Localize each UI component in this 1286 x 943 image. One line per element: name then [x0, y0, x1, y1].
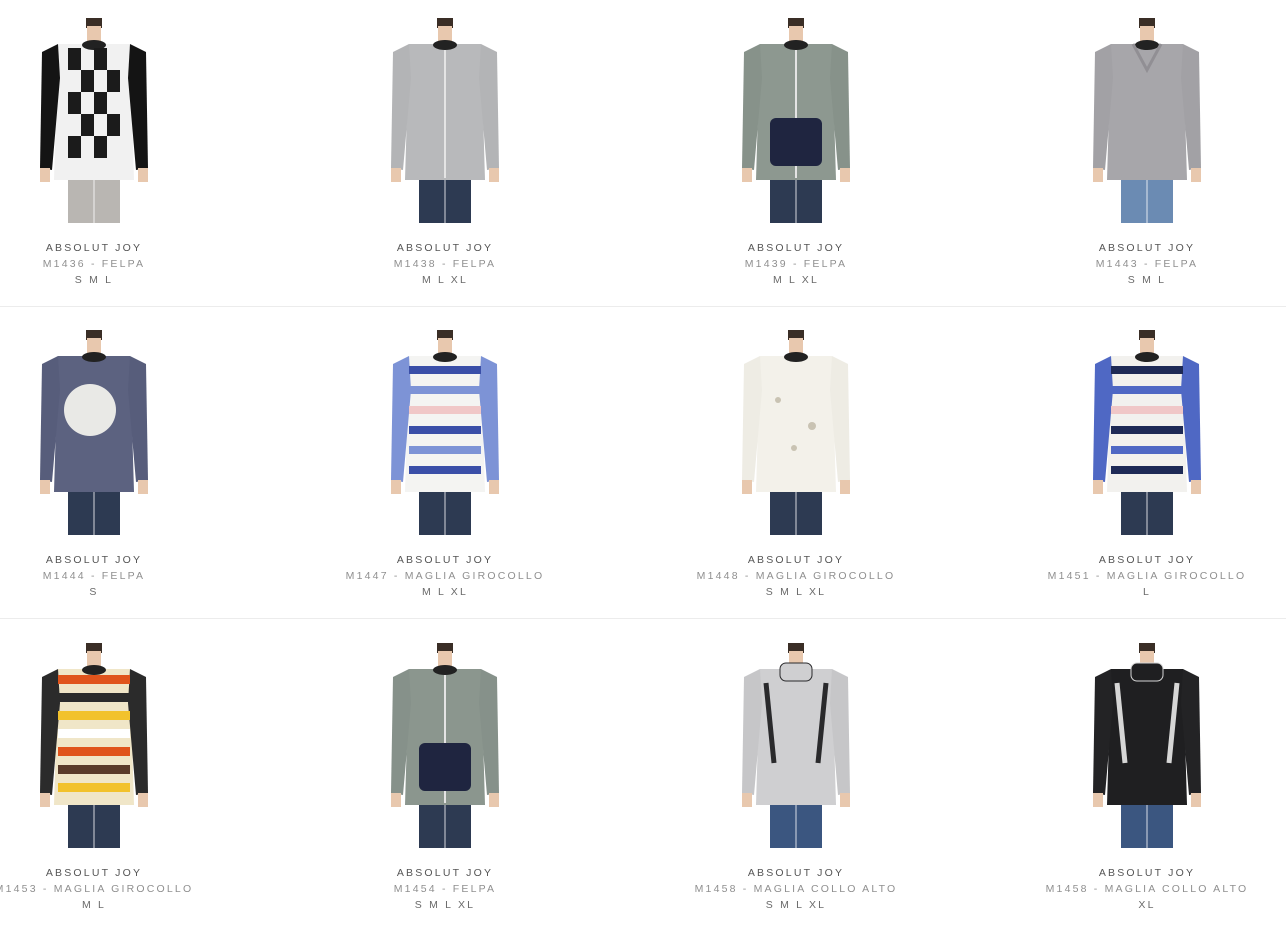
product-sizes: L	[1142, 586, 1152, 598]
product-caption: ABSOLUT JOY M1451 - MAGLIA GIROCOLLO L	[1027, 552, 1267, 600]
product-card[interactable]: ABSOLUT JOY M1451 - MAGLIA GIROCOLLO L	[1027, 330, 1267, 630]
product-sizes: M L XL	[421, 586, 469, 598]
product-image[interactable]	[1087, 643, 1207, 848]
product-model[interactable]: M1439 - FELPA	[676, 256, 916, 272]
product-card[interactable]: ABSOLUT JOY M1438 - FELPA M L XL	[325, 18, 565, 318]
product-caption: ABSOLUT JOY M1458 - MAGLIA COLLO ALTO S M …	[676, 865, 916, 913]
product-image[interactable]	[385, 330, 505, 535]
product-caption: ABSOLUT JOY M1444 - FELPA S	[0, 552, 214, 600]
product-brand[interactable]: ABSOLUT JOY	[676, 240, 916, 256]
product-brand[interactable]: ABSOLUT JOY	[676, 552, 916, 568]
product-image[interactable]	[736, 330, 856, 535]
product-sizes: S M L XL	[765, 586, 827, 598]
product-card[interactable]: ABSOLUT JOY M1443 - FELPA S M L	[1027, 18, 1267, 318]
product-image[interactable]	[34, 643, 154, 848]
product-sizes: S M L XL	[765, 899, 827, 911]
product-brand[interactable]: ABSOLUT JOY	[325, 865, 565, 881]
product-model[interactable]: M1448 - MAGLIA GIROCOLLO	[676, 568, 916, 584]
product-caption: ABSOLUT JOY M1447 - MAGLIA GIROCOLLO M L X…	[325, 552, 565, 600]
product-sizes: S M L	[74, 274, 114, 286]
product-sizes: S M L	[1127, 274, 1167, 286]
product-sizes: S	[89, 586, 99, 598]
product-sizes: M L XL	[421, 274, 469, 286]
product-image[interactable]	[34, 330, 154, 535]
product-model[interactable]: M1458 - MAGLIA COLLO ALTO	[676, 881, 916, 897]
product-model[interactable]: M1444 - FELPA	[0, 568, 214, 584]
product-image[interactable]	[385, 643, 505, 848]
product-sizes: M L	[81, 899, 107, 911]
product-sizes: M L XL	[772, 274, 820, 286]
product-model[interactable]: M1451 - MAGLIA GIROCOLLO	[1027, 568, 1267, 584]
product-caption: ABSOLUT JOY M1448 - MAGLIA GIROCOLLO S M L…	[676, 552, 916, 600]
product-brand[interactable]: ABSOLUT JOY	[1027, 240, 1267, 256]
product-image[interactable]	[1087, 18, 1207, 223]
product-card[interactable]: ABSOLUT JOY M1448 - MAGLIA GIROCOLLO S M L…	[676, 330, 916, 630]
product-model[interactable]: M1453 - MAGLIA GIROCOLLO	[0, 881, 214, 897]
product-image[interactable]	[736, 643, 856, 848]
product-model[interactable]: M1458 - MAGLIA COLLO ALTO	[1027, 881, 1267, 897]
product-model[interactable]: M1454 - FELPA	[325, 881, 565, 897]
product-caption: ABSOLUT JOY M1436 - FELPA S M L	[0, 240, 214, 288]
product-sizes: S M L XL	[414, 899, 476, 911]
product-brand[interactable]: ABSOLUT JOY	[1027, 865, 1267, 881]
product-model[interactable]: M1443 - FELPA	[1027, 256, 1267, 272]
product-brand[interactable]: ABSOLUT JOY	[676, 865, 916, 881]
product-image[interactable]	[736, 18, 856, 223]
product-caption: ABSOLUT JOY M1454 - FELPA S M L XL	[325, 865, 565, 913]
product-brand[interactable]: ABSOLUT JOY	[0, 865, 214, 881]
product-image[interactable]	[1087, 330, 1207, 535]
product-model[interactable]: M1447 - MAGLIA GIROCOLLO	[325, 568, 565, 584]
product-image[interactable]	[34, 18, 154, 223]
product-card[interactable]: ABSOLUT JOY M1454 - FELPA S M L XL	[325, 643, 565, 943]
product-caption: ABSOLUT JOY M1443 - FELPA S M L	[1027, 240, 1267, 288]
product-card[interactable]: ABSOLUT JOY M1439 - FELPA M L XL	[676, 18, 916, 318]
product-image[interactable]	[385, 18, 505, 223]
product-card[interactable]: ABSOLUT JOY M1436 - FELPA S M L	[0, 18, 214, 318]
product-caption: ABSOLUT JOY M1458 - MAGLIA COLLO ALTO XL	[1027, 865, 1267, 913]
product-grid: ABSOLUT JOY M1436 - FELPA S M L ABSOLUT JO…	[0, 0, 1286, 928]
product-sizes: XL	[1138, 899, 1156, 911]
product-brand[interactable]: ABSOLUT JOY	[325, 240, 565, 256]
product-brand[interactable]: ABSOLUT JOY	[0, 552, 214, 568]
product-card[interactable]: ABSOLUT JOY M1444 - FELPA S	[0, 330, 214, 630]
product-card[interactable]: ABSOLUT JOY M1453 - MAGLIA GIROCOLLO M L	[0, 643, 214, 943]
product-caption: ABSOLUT JOY M1438 - FELPA M L XL	[325, 240, 565, 288]
product-caption: ABSOLUT JOY M1453 - MAGLIA GIROCOLLO M L	[0, 865, 214, 913]
product-card[interactable]: ABSOLUT JOY M1458 - MAGLIA COLLO ALTO S M …	[676, 643, 916, 943]
product-model[interactable]: M1438 - FELPA	[325, 256, 565, 272]
product-model[interactable]: M1436 - FELPA	[0, 256, 214, 272]
product-card[interactable]: ABSOLUT JOY M1458 - MAGLIA COLLO ALTO XL	[1027, 643, 1267, 943]
product-caption: ABSOLUT JOY M1439 - FELPA M L XL	[676, 240, 916, 288]
product-brand[interactable]: ABSOLUT JOY	[0, 240, 214, 256]
product-brand[interactable]: ABSOLUT JOY	[325, 552, 565, 568]
product-card[interactable]: ABSOLUT JOY M1447 - MAGLIA GIROCOLLO M L X…	[325, 330, 565, 630]
product-brand[interactable]: ABSOLUT JOY	[1027, 552, 1267, 568]
